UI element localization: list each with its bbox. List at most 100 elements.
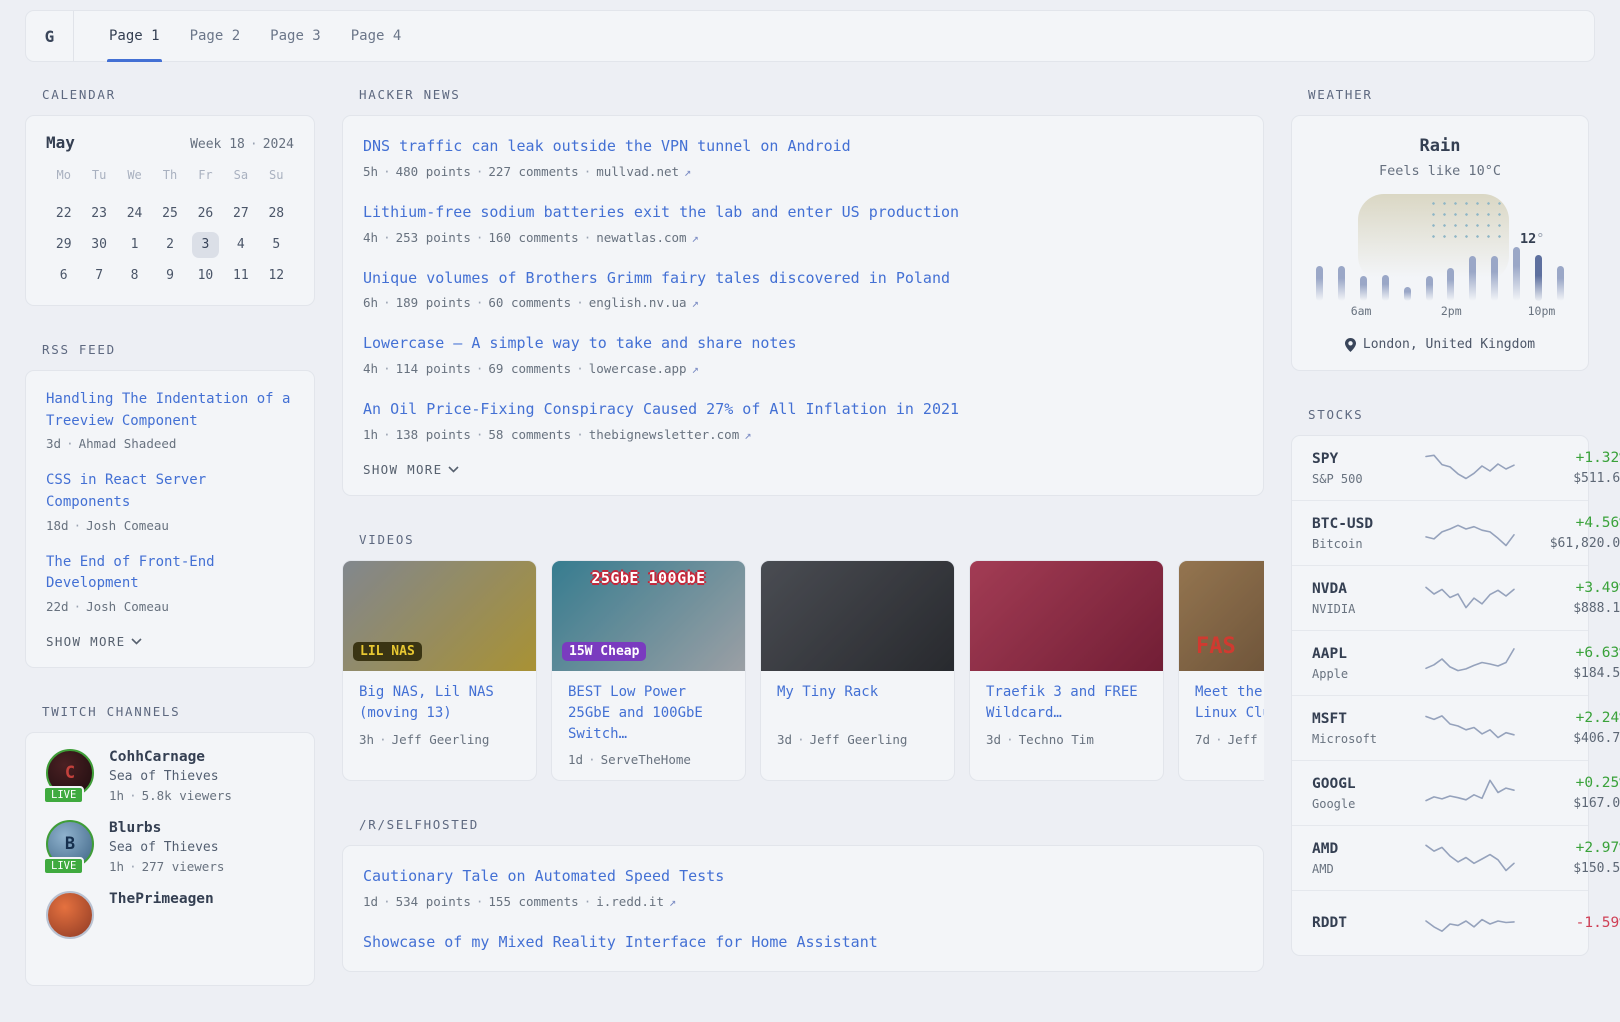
item-meta: 1h·138 points·58 comments·thebignewslett… xyxy=(363,427,1243,442)
stock-row[interactable]: MSFTMicrosoft+2.24%$406.76 xyxy=(1292,695,1588,760)
rss-item-title[interactable]: Handling The Indentation of a Treeview C… xyxy=(46,389,294,432)
dot-separator: · xyxy=(471,361,489,376)
item-meta: 1h·277 viewers xyxy=(109,859,224,874)
location-text: London, United Kingdom xyxy=(1363,337,1535,352)
rss-show-more-button[interactable]: SHOW MORE xyxy=(46,634,294,649)
tab-page-2[interactable]: Page 2 xyxy=(175,11,256,61)
stock-row[interactable]: GOOGLGoogle+0.25%$167.03 xyxy=(1292,760,1588,825)
stock-change: +3.49% xyxy=(1516,580,1620,596)
stock-change: +2.97% xyxy=(1516,840,1620,856)
external-link-icon: ↗ xyxy=(739,428,751,442)
video-title[interactable]: BEST Low Power 25GbE and 100GbE Switch… xyxy=(568,682,729,745)
meta-part: 253 points xyxy=(396,230,471,245)
video-card[interactable]: LIL NASBig NAS, Lil NAS (moving 13)3h·Je… xyxy=(342,560,537,781)
item-meta: 1d·ServeTheHome xyxy=(568,752,729,767)
video-card[interactable]: FASMeet the Linux Clu7d·Jeff Geerling xyxy=(1178,560,1264,781)
hackernews-item-title[interactable]: Unique volumes of Brothers Grimm fairy t… xyxy=(363,268,1243,290)
stock-row[interactable]: AMDAMD+2.97%$150.50 xyxy=(1292,825,1588,890)
dot-separator: · xyxy=(571,427,589,442)
calendar-day: 22 xyxy=(46,198,81,229)
channel-category: Sea of Thieves xyxy=(109,840,224,855)
hackernews-item-title[interactable]: An Oil Price-Fixing Conspiracy Caused 27… xyxy=(363,399,1243,421)
calendar-day: 28 xyxy=(259,198,294,229)
section-label-hackernews: HACKER NEWS xyxy=(359,87,1264,102)
stock-row[interactable]: SPYS&P 500+1.32%$511.69 xyxy=(1292,436,1588,500)
stock-name: NVIDIA xyxy=(1312,602,1424,616)
avatar-wrap: CLIVE xyxy=(46,749,94,797)
item-meta: 3d·Ahmad Shadeed xyxy=(46,436,294,451)
app-logo[interactable]: G xyxy=(26,11,74,61)
rss-item-title[interactable]: CSS in React Server Components xyxy=(46,470,294,513)
calendar-day: 25 xyxy=(152,198,187,229)
meta-part: 5.8k viewers xyxy=(142,788,232,803)
tab-page-3[interactable]: Page 3 xyxy=(255,11,336,61)
item-meta: 3d·Jeff Geerling xyxy=(777,732,938,747)
avatar xyxy=(46,891,94,939)
video-card-body: BEST Low Power 25GbE and 100GbE Switch… 1… xyxy=(552,671,745,780)
item-meta: 5h·480 points·227 comments·mullvad.net↗ xyxy=(363,164,1243,179)
channel-name: ThePrimeagen xyxy=(109,891,214,907)
video-thumbnail: LIL NAS xyxy=(343,561,536,671)
twitch-widget: CLIVECohhCarnageSea of Thieves1h·5.8k vi… xyxy=(25,732,315,986)
dot-separator: · xyxy=(378,361,396,376)
stock-row[interactable]: BTC-USDBitcoin+4.56%$61,820.02 xyxy=(1292,500,1588,565)
sparkline-chart xyxy=(1424,645,1516,681)
top-nav: G Page 1Page 2Page 3Page 4 xyxy=(25,10,1595,62)
stock-row[interactable]: NVDANVIDIA+3.49%$888.12 xyxy=(1292,565,1588,630)
weekday-label: Fr xyxy=(188,162,223,188)
stock-ticker: GOOGL xyxy=(1312,776,1424,792)
video-title[interactable]: Traefik 3 and FREE Wildcard… xyxy=(986,682,1147,725)
source-domain: thebignewsletter.com xyxy=(589,427,740,442)
calendar-day: 1 xyxy=(117,229,152,260)
rss-item-title[interactable]: The End of Front-End Development xyxy=(46,552,294,595)
twitch-channel-row[interactable]: ThePrimeagen xyxy=(46,891,294,939)
hackernews-item-title[interactable]: Lithium-free sodium batteries exit the l… xyxy=(363,202,1243,224)
temperature-bar xyxy=(1316,266,1323,301)
meta-part: 22d xyxy=(46,599,69,614)
video-card[interactable]: My Tiny Rack 3d·Jeff Geerling xyxy=(760,560,955,781)
section-label-stocks: STOCKS xyxy=(1308,407,1589,422)
thumbnail-shade xyxy=(970,561,1163,671)
hackernews-list: DNS traffic can leak outside the VPN tun… xyxy=(363,136,1243,442)
stock-change: +6.63% xyxy=(1516,645,1620,661)
stock-sparkline xyxy=(1424,710,1516,746)
stock-change: +1.32% xyxy=(1516,450,1620,466)
stock-values: +0.25%$167.03 xyxy=(1516,775,1620,811)
hackernews-item-title[interactable]: Lowercase – A simple way to take and sha… xyxy=(363,333,1243,355)
hackernews-item: An Oil Price-Fixing Conspiracy Caused 27… xyxy=(363,399,1243,442)
video-title[interactable]: My Tiny Rack xyxy=(777,682,938,725)
stock-id: AMDAMD xyxy=(1312,841,1424,876)
item-meta: 4h·114 points·69 comments·lowercase.app↗ xyxy=(363,361,1243,376)
video-title[interactable]: Big NAS, Lil NAS (moving 13) xyxy=(359,682,520,725)
hour-label: 2pm xyxy=(1441,304,1462,318)
dot-separator: · xyxy=(378,894,396,909)
video-title[interactable]: Meet the Linux Clu xyxy=(1195,682,1264,725)
meta-part: 6h xyxy=(363,295,378,310)
sparkline-chart xyxy=(1424,840,1516,876)
calendar-day: 27 xyxy=(223,198,258,229)
hackernews-widget: DNS traffic can leak outside the VPN tun… xyxy=(342,115,1264,496)
reddit-item-title[interactable]: Cautionary Tale on Automated Speed Tests xyxy=(363,866,1243,888)
video-card[interactable]: Traefik 3 and FREE Wildcard…3d·Techno Ti… xyxy=(969,560,1164,781)
stock-values: +6.63%$184.51 xyxy=(1516,645,1620,681)
hackernews-show-more-button[interactable]: SHOW MORE xyxy=(363,462,1243,477)
meta-part: 155 comments xyxy=(488,894,578,909)
channel-category: Sea of Thieves xyxy=(109,769,232,784)
dot-separator: · xyxy=(378,164,396,179)
meta-part: 1d xyxy=(363,894,378,909)
calendar-year: 2024 xyxy=(263,137,294,152)
stock-name: AMD xyxy=(1312,862,1424,876)
source-domain: lowercase.app xyxy=(589,361,687,376)
twitch-channel-row[interactable]: CLIVECohhCarnageSea of Thieves1h·5.8k vi… xyxy=(46,749,294,803)
reddit-item-title[interactable]: Showcase of my Mixed Reality Interface f… xyxy=(363,932,1243,954)
reddit-widget: Cautionary Tale on Automated Speed Tests… xyxy=(342,845,1264,973)
meta-part: 3d xyxy=(986,732,1001,747)
stock-row[interactable]: AAPLApple+6.63%$184.51 xyxy=(1292,630,1588,695)
tab-page-4[interactable]: Page 4 xyxy=(336,11,417,61)
stock-name: Bitcoin xyxy=(1312,537,1424,551)
source-domain: mullvad.net xyxy=(596,164,679,179)
tab-page-1[interactable]: Page 1 xyxy=(94,11,175,61)
twitch-channel-row[interactable]: BLIVEBlurbsSea of Thieves1h·277 viewers xyxy=(46,820,294,874)
video-card[interactable]: 25GbE 100GbE15W CheapBEST Low Power 25Gb… xyxy=(551,560,746,781)
hackernews-item-title[interactable]: DNS traffic can leak outside the VPN tun… xyxy=(363,136,1243,158)
